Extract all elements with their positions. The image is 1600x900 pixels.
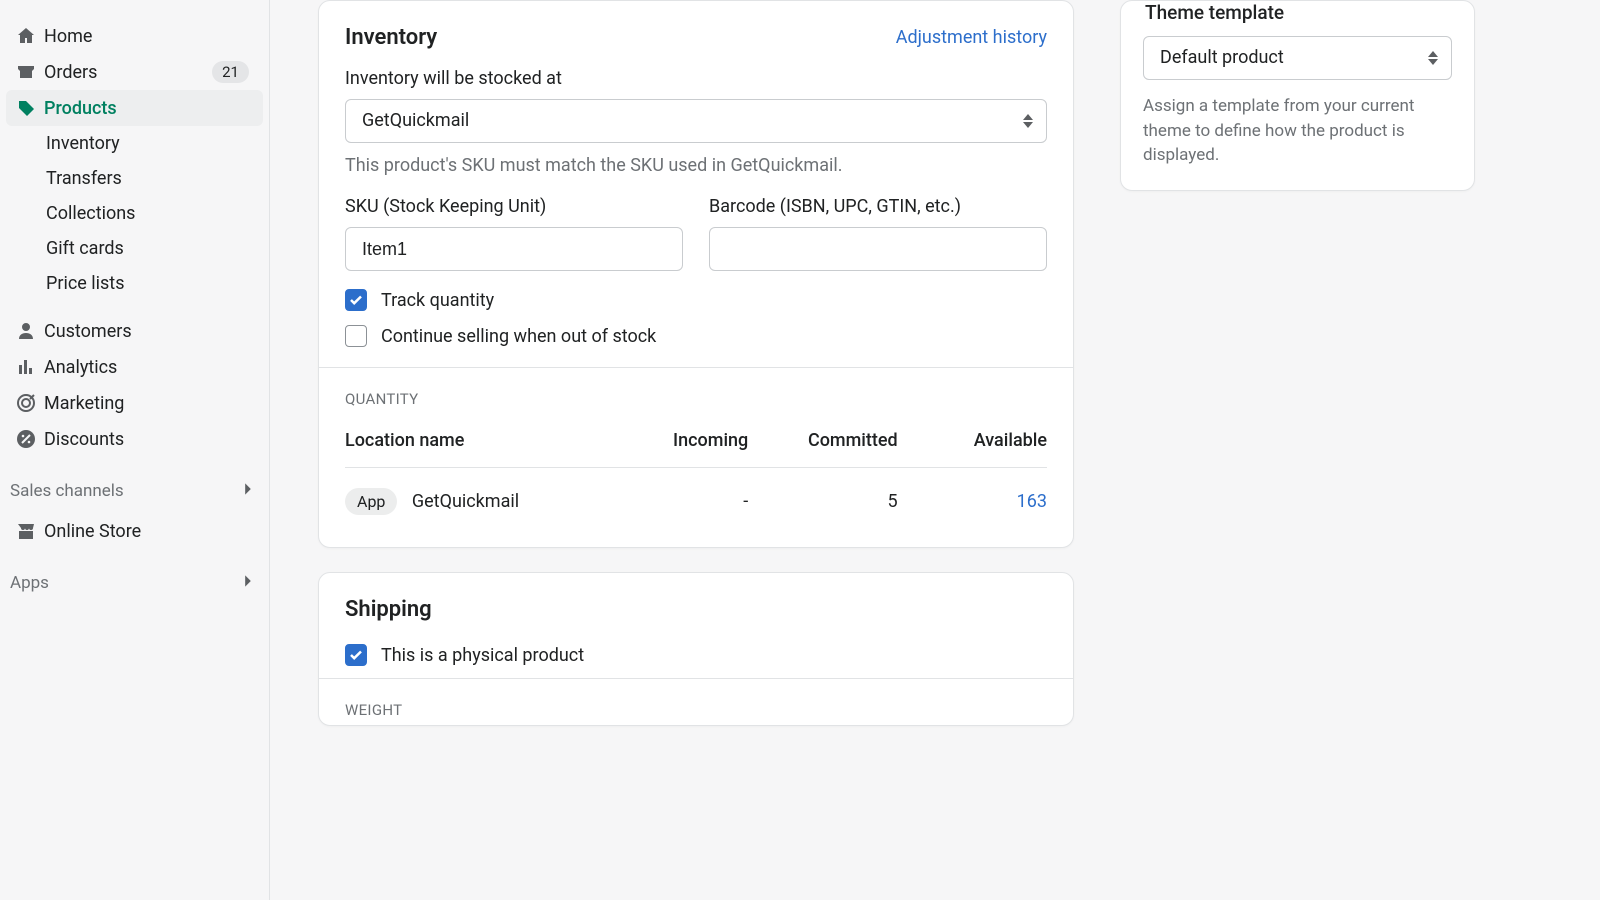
chevron-right-icon (241, 481, 255, 501)
orders-icon (12, 62, 40, 82)
products-icon (12, 98, 40, 118)
sku-label: SKU (Stock Keeping Unit) (345, 196, 683, 217)
nav-discounts[interactable]: Discounts (6, 421, 263, 457)
customers-icon (12, 321, 40, 341)
sales-channels-header[interactable]: Sales channels (4, 473, 265, 509)
nav-online-store[interactable]: Online Store (6, 513, 263, 549)
sales-channels-label: Sales channels (10, 481, 124, 501)
available-value[interactable]: 163 (1017, 491, 1047, 512)
nav-customers[interactable]: Customers (6, 313, 263, 349)
nav-discounts-label: Discounts (44, 429, 249, 450)
nav-sub-price-lists-label: Price lists (46, 273, 125, 294)
apps-label: Apps (10, 573, 49, 593)
adjustment-history-link[interactable]: Adjustment history (896, 27, 1047, 48)
nav-sub-inventory[interactable]: Inventory (6, 126, 263, 161)
quantity-caption: QUANTITY (319, 368, 1073, 430)
qty-head-incoming: Incoming (599, 430, 748, 451)
nav-sub-inventory-label: Inventory (46, 133, 120, 154)
stocked-at-value: GetQuickmail (362, 110, 469, 131)
store-icon (12, 521, 40, 541)
theme-template-title: Theme template (1143, 1, 1452, 36)
nav-sub-transfers[interactable]: Transfers (6, 161, 263, 196)
nav-products[interactable]: Products (6, 90, 263, 126)
physical-product-checkbox[interactable] (345, 644, 367, 666)
qty-head-available: Available (898, 430, 1047, 451)
sku-input[interactable] (345, 227, 683, 271)
nav-sub-price-lists[interactable]: Price lists (6, 266, 263, 301)
nav-marketing-label: Marketing (44, 393, 249, 414)
location-badge: App (345, 488, 397, 515)
barcode-label: Barcode (ISBN, UPC, GTIN, etc.) (709, 196, 1047, 217)
quantity-table: Location name Incoming Committed Availab… (319, 430, 1073, 547)
quantity-row: App GetQuickmail - 5 163 (345, 468, 1047, 521)
inventory-title: Inventory (345, 25, 437, 50)
marketing-icon (12, 393, 40, 413)
committed-value: 5 (748, 491, 897, 512)
theme-template-value: Default product (1160, 47, 1284, 68)
sku-help: This product's SKU must match the SKU us… (345, 155, 1047, 176)
theme-template-select[interactable]: Default product (1143, 36, 1452, 80)
theme-template-card: Theme template Default product Assign a … (1120, 0, 1475, 191)
continue-selling-checkbox[interactable] (345, 325, 367, 347)
apps-header[interactable]: Apps (4, 565, 265, 601)
track-qty-label: Track quantity (381, 290, 494, 311)
weight-caption: WEIGHT (319, 679, 1073, 725)
nav-sub-transfers-label: Transfers (46, 168, 122, 189)
nav-orders[interactable]: Orders 21 (6, 54, 263, 90)
stocked-at-select[interactable]: GetQuickmail (345, 99, 1047, 143)
physical-product-label: This is a physical product (381, 645, 584, 666)
barcode-input[interactable] (709, 227, 1047, 271)
track-qty-checkbox[interactable] (345, 289, 367, 311)
orders-badge: 21 (212, 61, 249, 83)
nav-sub-gift-cards-label: Gift cards (46, 238, 124, 259)
location-name: GetQuickmail (412, 491, 519, 512)
nav-home-label: Home (44, 26, 249, 47)
nav-sub-gift-cards[interactable]: Gift cards (6, 231, 263, 266)
qty-head-committed: Committed (748, 430, 897, 451)
qty-head-location: Location name (345, 430, 599, 451)
continue-selling-label: Continue selling when out of stock (381, 326, 656, 347)
chevron-right-icon (241, 573, 255, 593)
stocked-at-label: Inventory will be stocked at (345, 68, 1047, 89)
incoming-value: - (599, 491, 748, 512)
theme-template-help: Assign a template from your current them… (1143, 94, 1452, 168)
nav-analytics-label: Analytics (44, 357, 249, 378)
nav-sub-collections-label: Collections (46, 203, 135, 224)
nav-orders-label: Orders (44, 62, 212, 83)
shipping-title: Shipping (345, 597, 1047, 622)
nav-home[interactable]: Home (6, 18, 263, 54)
nav-analytics[interactable]: Analytics (6, 349, 263, 385)
sidebar: Home Orders 21 Products Inventory Transf… (0, 0, 270, 900)
nav-customers-label: Customers (44, 321, 249, 342)
nav-online-store-label: Online Store (44, 521, 249, 542)
shipping-card: Shipping This is a physical product WEIG… (318, 572, 1074, 726)
home-icon (12, 26, 40, 46)
nav-products-label: Products (44, 98, 249, 119)
nav-sub-collections[interactable]: Collections (6, 196, 263, 231)
discounts-icon (12, 429, 40, 449)
analytics-icon (12, 357, 40, 377)
nav-marketing[interactable]: Marketing (6, 385, 263, 421)
inventory-card: Inventory Adjustment history Inventory w… (318, 0, 1074, 548)
